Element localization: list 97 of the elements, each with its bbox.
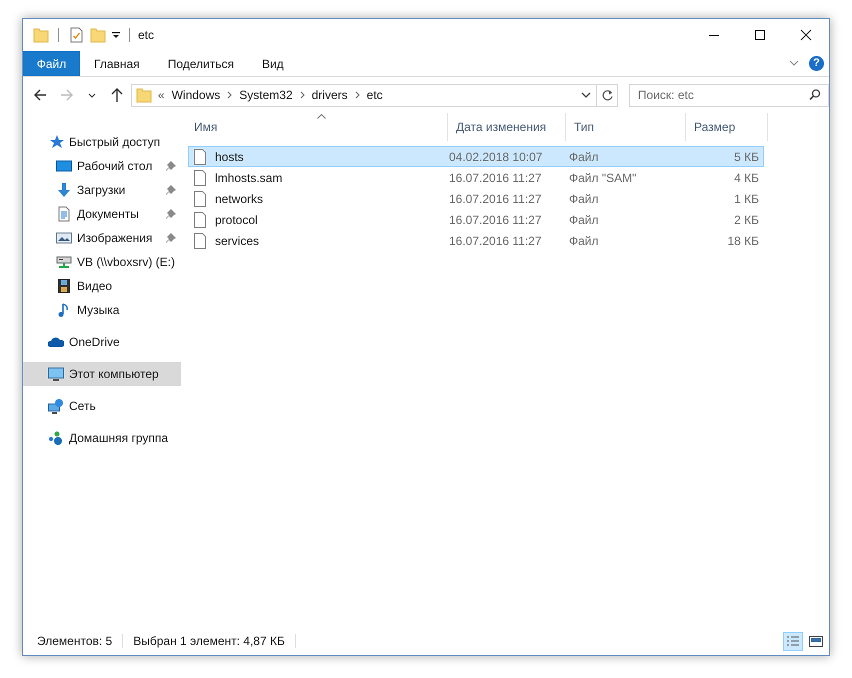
table-cell-text: 16.07.2016 11:27 xyxy=(449,212,543,228)
item-label: Изображения xyxy=(77,230,152,247)
overflow-chevron[interactable]: « xyxy=(158,86,165,104)
monitor-icon xyxy=(56,158,72,174)
file-row[interactable]: networks 16.07.2016 11:27 Файл 1 КБ xyxy=(188,188,764,209)
sidebar-item[interactable]: Документы xyxy=(23,202,181,226)
file-icon xyxy=(194,190,206,206)
download-arrow-icon xyxy=(56,182,72,198)
sidebar-item[interactable]: VB (\\vboxsrv) (E:) xyxy=(23,250,181,274)
checklist-icon[interactable] xyxy=(68,27,84,43)
table-cell-text: Файл xyxy=(569,148,600,166)
table-cell-text: 1 КБ xyxy=(733,190,759,208)
ribbon-tab[interactable]: Вид xyxy=(248,51,298,76)
pin-icon[interactable] xyxy=(166,233,176,243)
table-cell-text: 16.07.2016 11:27 xyxy=(449,190,543,208)
breadcrumb-item[interactable]: System32 xyxy=(239,86,293,104)
network-drive-icon xyxy=(56,254,72,270)
address-bar[interactable]: « Windows System32 drivers etc xyxy=(130,84,598,106)
sidebar-item[interactable]: Домашняя группа xyxy=(23,426,181,450)
file-icon xyxy=(194,148,206,164)
table-cell-text: Файл xyxy=(569,190,600,208)
sidebar-item[interactable]: Сеть xyxy=(23,394,181,418)
item-label: Документы xyxy=(77,206,139,223)
item-label: OneDrive xyxy=(69,334,120,351)
item-label: Этот компьютер xyxy=(69,366,159,383)
table-cell-text: 16.07.2016 11:27 xyxy=(449,170,543,186)
column-header[interactable]: Тип xyxy=(566,113,686,141)
chevron-right-icon[interactable] xyxy=(227,91,232,99)
file-name: networks xyxy=(214,190,264,208)
table-cell-text: 4 КБ xyxy=(733,170,759,186)
sidebar-item[interactable]: Видео xyxy=(23,274,181,298)
file-row[interactable]: protocol 16.07.2016 11:27 Файл 2 КБ xyxy=(188,209,764,230)
table-cell-text: 18 КБ xyxy=(726,232,759,250)
item-count: Элементов: 5 xyxy=(37,633,112,650)
file-icon xyxy=(194,170,206,186)
column-header[interactable]: Дата изменения xyxy=(448,113,566,141)
sidebar-item[interactable]: Рабочий стол xyxy=(23,154,181,178)
file-name: hosts xyxy=(214,148,245,166)
item-label: Быстрый доступ xyxy=(69,134,160,151)
file-tab[interactable]: Файл xyxy=(23,51,80,76)
search-icon[interactable] xyxy=(808,88,822,102)
item-label: Сеть xyxy=(69,398,96,415)
document-icon xyxy=(56,206,72,222)
table-cell-text: Файл xyxy=(569,212,600,228)
table-cell-text: Файл "SAM" xyxy=(569,170,638,186)
window-title: etc xyxy=(138,27,154,44)
ribbon-tab[interactable]: Главная xyxy=(80,51,154,76)
sidebar-item[interactable]: Этот компьютер xyxy=(23,362,181,386)
file-row[interactable]: lmhosts.sam 16.07.2016 11:27 Файл "SAM" 4 КБ xyxy=(188,167,764,188)
caret-icon[interactable] xyxy=(111,30,121,40)
refresh-icon[interactable] xyxy=(600,88,614,102)
column-header[interactable]: Размер xyxy=(686,113,768,141)
item-label: Музыка xyxy=(77,302,120,319)
help-button[interactable]: ? xyxy=(809,56,824,71)
breadcrumb-item[interactable]: Windows xyxy=(172,86,220,104)
file-row[interactable]: services 16.07.2016 11:27 Файл 18 КБ xyxy=(188,230,764,251)
table-cell-text: 04.02.2018 10:07 xyxy=(449,148,544,166)
selection-info: Выбран 1 элемент: 4,87 КБ xyxy=(133,633,285,650)
item-label: Рабочий стол xyxy=(77,158,152,175)
sidebar-item[interactable]: Загрузки xyxy=(23,178,181,202)
column-header[interactable]: Имя xyxy=(186,113,448,141)
film-strip-icon xyxy=(56,278,72,294)
search-field[interactable]: Поиск: etc xyxy=(628,84,830,106)
file-name: lmhosts.sam xyxy=(214,170,284,186)
pin-icon[interactable] xyxy=(166,185,176,195)
table-cell-text: 2 КБ xyxy=(733,212,759,228)
item-label: Домашняя группа xyxy=(69,430,168,447)
details-view-icon[interactable] xyxy=(783,632,803,650)
sidebar-item[interactable]: OneDrive xyxy=(23,330,181,354)
sidebar-item[interactable]: Изображения xyxy=(23,226,181,250)
chevron-right-icon[interactable] xyxy=(354,91,360,99)
homegroup-icon xyxy=(48,430,64,446)
file-icon xyxy=(194,232,206,248)
file-icon xyxy=(194,212,206,228)
table-cell-text: Файл xyxy=(569,232,600,250)
sidebar-item[interactable]: Музыка xyxy=(23,298,181,322)
table-cell-text: 5 КБ xyxy=(733,148,759,166)
item-label: Загрузки xyxy=(77,182,126,199)
item-label: VB (\\vboxsrv) (E:) xyxy=(77,254,176,271)
image-icon xyxy=(56,230,72,246)
monitor-icon xyxy=(48,366,64,382)
network-icon xyxy=(48,398,64,414)
pin-icon[interactable] xyxy=(166,209,176,219)
star-icon xyxy=(48,134,64,150)
breadcrumb-item[interactable]: etc xyxy=(366,86,383,104)
file-row[interactable]: hosts 04.02.2018 10:07 Файл 5 КБ xyxy=(188,146,764,167)
file-name: protocol xyxy=(214,212,259,228)
sidebar-item[interactable]: Быстрый доступ xyxy=(23,130,181,154)
folder-icon xyxy=(136,87,152,103)
refresh-button[interactable] xyxy=(597,84,618,106)
breadcrumb-item[interactable]: drivers xyxy=(312,86,348,104)
file-name: services xyxy=(214,232,260,250)
table-cell-text: 16.07.2016 11:27 xyxy=(449,232,543,250)
chevron-right-icon[interactable] xyxy=(300,91,305,99)
pin-icon[interactable] xyxy=(166,161,176,171)
item-label: Видео xyxy=(77,278,112,295)
ribbon-tab[interactable]: Поделиться xyxy=(154,51,248,76)
